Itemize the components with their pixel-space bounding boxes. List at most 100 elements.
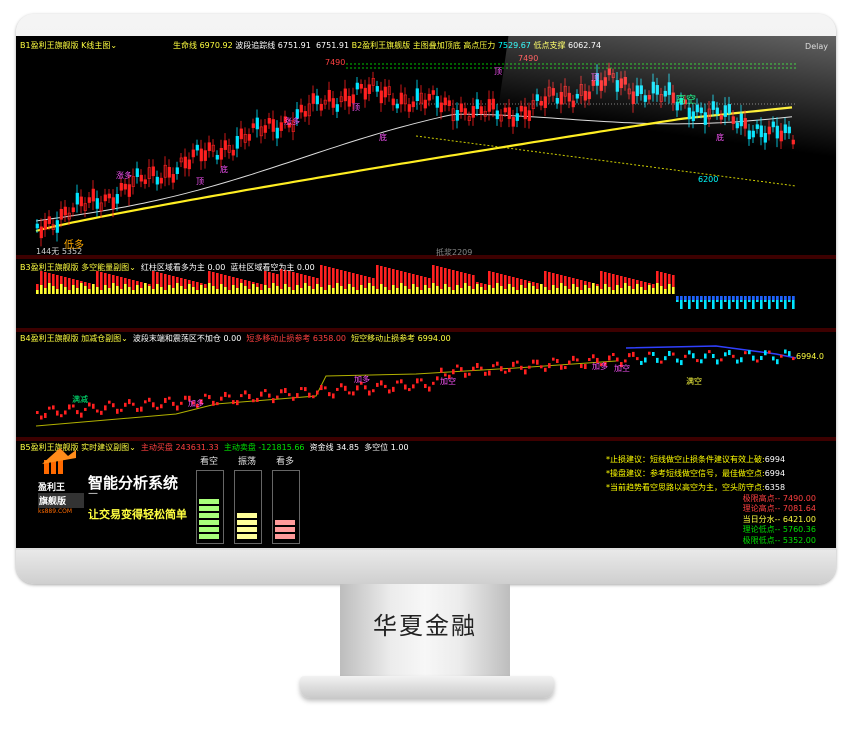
energy-bar-yellow — [408, 289, 411, 294]
energy-bar-yellow — [608, 287, 611, 294]
b4-text2: 短多移动止损参考 — [246, 334, 311, 343]
signal-label: 涨多 — [284, 117, 300, 126]
b4-candle — [256, 397, 259, 402]
candle-body — [55, 220, 59, 233]
energy-bar-yellow — [276, 286, 279, 294]
energy-bar-darkblue — [724, 296, 727, 300]
candle-body — [471, 106, 475, 118]
candle-body — [655, 85, 659, 95]
candle-body — [219, 148, 223, 160]
b4-candle — [104, 405, 107, 411]
energy-bar-yellow — [156, 284, 159, 294]
candle-body — [407, 104, 411, 112]
energy-bar-yellow — [508, 284, 511, 294]
energy-bar-yellow — [648, 285, 651, 294]
candle-body — [743, 118, 747, 129]
energy-bar-yellow — [180, 286, 183, 294]
logo-url: ks889.COM — [38, 508, 73, 515]
b4-candle — [332, 393, 335, 399]
b4-candle — [580, 364, 583, 369]
energy-bar-yellow — [48, 283, 51, 294]
b3-title[interactable]: B3盈利王旗舰版 多空能量副图 — [20, 263, 129, 272]
b4-candle — [304, 387, 307, 392]
energy-bar-yellow — [216, 289, 219, 294]
chevron-down-icon[interactable]: ⌄ — [129, 263, 136, 272]
energy-bar-yellow — [532, 286, 535, 294]
b4-candle — [752, 355, 755, 361]
candle-body — [35, 223, 39, 229]
b4-candle — [328, 392, 331, 397]
b4-candle — [500, 366, 503, 372]
b4-text1: 波段末端和震荡区不加仓 — [132, 334, 221, 343]
energy-bar-yellow — [528, 283, 531, 294]
candle-body — [631, 91, 635, 105]
b4-candle — [288, 393, 291, 397]
candle-body — [271, 119, 275, 132]
energy-bar-yellow — [624, 283, 627, 294]
candle-body — [787, 126, 791, 134]
energy-bar-darkblue — [772, 296, 775, 300]
energy-bar-yellow — [436, 286, 439, 294]
energy-bar-yellow — [376, 289, 379, 294]
energy-bar-yellow — [312, 289, 315, 294]
candle-body — [615, 80, 619, 92]
candle-body — [123, 183, 127, 190]
b4-candle — [292, 396, 295, 401]
energy-bar-yellow — [260, 290, 263, 294]
b4-signal: 满减 — [72, 395, 88, 404]
candle-body — [255, 117, 259, 130]
candle-body — [263, 125, 267, 133]
logo-line1: 盈利王 — [38, 483, 66, 493]
b4-candle — [776, 359, 779, 365]
b4-candle — [684, 354, 687, 358]
energy-bar-yellow — [64, 287, 67, 294]
candle-body — [215, 154, 219, 160]
energy-bar-yellow — [512, 287, 515, 294]
candle-body — [455, 110, 459, 121]
candle-body — [395, 103, 399, 109]
energy-bar-yellow — [632, 289, 635, 294]
energy-bar-yellow — [372, 286, 375, 294]
b4-candle — [140, 406, 143, 412]
signal-label: 涨多 — [116, 171, 132, 180]
b4-candle — [628, 353, 631, 358]
chevron-down-icon[interactable]: ⌄ — [129, 443, 136, 452]
energy-bar-yellow — [208, 283, 211, 294]
candle-body — [155, 176, 159, 185]
b3-header: B3盈利王旗舰版 多空能量副图⌄ 红柱区域看多为主 0.00 蓝柱区域看空为主 … — [20, 262, 315, 273]
candle-body — [511, 117, 515, 127]
b4-candle — [268, 393, 271, 398]
center-label: 抵浆2209 — [436, 248, 473, 257]
b4-candle — [436, 376, 439, 381]
b4-candle — [416, 378, 419, 384]
candle-body — [239, 128, 243, 140]
b4-value3: 6994.00 — [417, 334, 451, 343]
candle-body — [279, 122, 283, 131]
candle-body — [303, 111, 307, 117]
candle-body — [251, 123, 255, 128]
b4-candle — [64, 410, 67, 415]
energy-bar-yellow — [652, 288, 655, 294]
b4-candle — [700, 359, 703, 364]
candle-body — [447, 100, 451, 106]
b4-header: B4盈利王旗舰版 加减仓副图⌄ 波段末端和震荡区不加仓 0.00 短多移动止损参… — [20, 333, 451, 344]
b4-candle — [476, 363, 479, 369]
b4-title[interactable]: B4盈利王旗舰版 加减仓副图 — [20, 334, 121, 343]
b4-candle — [56, 410, 59, 416]
energy-bar-yellow — [340, 286, 343, 294]
candle-body — [343, 88, 347, 102]
energy-bar-yellow — [140, 288, 143, 294]
chevron-down-icon[interactable]: ⌄ — [121, 334, 128, 343]
b4-candle — [160, 404, 163, 409]
energy-bar-darkblue — [716, 296, 719, 300]
energy-bar-yellow — [500, 286, 503, 294]
candle-body — [731, 116, 735, 124]
energy-bar-yellow — [604, 284, 607, 294]
b4-candle — [48, 406, 51, 410]
meter-bearish — [196, 470, 224, 544]
energy-bar-yellow — [424, 285, 427, 294]
b4-candle — [116, 408, 119, 414]
candle-body — [487, 99, 491, 112]
candle-body — [171, 174, 175, 183]
candle-body — [459, 103, 463, 113]
